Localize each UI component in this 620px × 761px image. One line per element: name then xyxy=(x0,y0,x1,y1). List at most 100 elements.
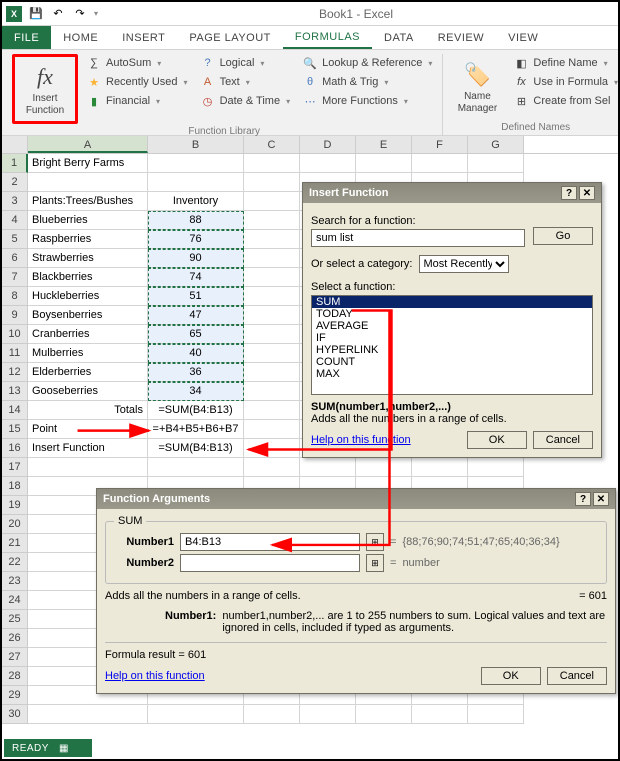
cell[interactable]: Totals xyxy=(28,401,148,420)
col-header-c[interactable]: C xyxy=(244,136,300,153)
tab-review[interactable]: REVIEW xyxy=(426,26,496,49)
math-trig-button[interactable]: θMath & Trig xyxy=(298,73,436,91)
cell[interactable]: Inventory xyxy=(148,192,244,211)
define-name-button[interactable]: ◧Define Name xyxy=(509,54,620,72)
cancel-button[interactable]: Cancel xyxy=(533,431,593,449)
row-header[interactable]: 19 xyxy=(2,496,28,515)
cell[interactable]: =SUM(B4:B13) xyxy=(148,401,244,420)
row-header[interactable]: 26 xyxy=(2,629,28,648)
cancel-button[interactable]: Cancel xyxy=(547,667,607,685)
cell[interactable]: Bright Berry Farms xyxy=(28,154,148,173)
undo-icon[interactable]: ↶ xyxy=(50,6,66,22)
function-item[interactable]: TODAY xyxy=(312,308,592,320)
cell[interactable] xyxy=(148,458,244,477)
cell[interactable] xyxy=(356,458,412,477)
cell[interactable]: 34 xyxy=(148,382,244,401)
close-button[interactable]: ✕ xyxy=(579,186,595,200)
cell[interactable] xyxy=(244,249,300,268)
cell[interactable] xyxy=(148,154,244,173)
cell[interactable] xyxy=(244,382,300,401)
cell[interactable]: 76 xyxy=(148,230,244,249)
financial-button[interactable]: ▮Financial xyxy=(82,92,192,110)
range-picker-icon[interactable]: ⊞ xyxy=(366,554,384,572)
text-button[interactable]: AText xyxy=(196,73,295,91)
cell[interactable] xyxy=(300,705,356,724)
row-header[interactable]: 15 xyxy=(2,420,28,439)
cell[interactable]: Raspberries xyxy=(28,230,148,249)
save-icon[interactable]: 💾 xyxy=(28,6,44,22)
cell[interactable] xyxy=(244,268,300,287)
cell[interactable] xyxy=(244,420,300,439)
cell[interactable]: 65 xyxy=(148,325,244,344)
cell[interactable]: =SUM(B4:B13) xyxy=(148,439,244,458)
row-header[interactable]: 30 xyxy=(2,705,28,724)
row-header[interactable]: 10 xyxy=(2,325,28,344)
col-header-b[interactable]: B xyxy=(148,136,244,153)
cell[interactable] xyxy=(244,363,300,382)
cell[interactable] xyxy=(300,154,356,173)
cell[interactable]: 51 xyxy=(148,287,244,306)
cell[interactable]: Huckleberries xyxy=(28,287,148,306)
row-header[interactable]: 28 xyxy=(2,667,28,686)
cell[interactable] xyxy=(244,211,300,230)
status-macro-icon[interactable]: ▦ xyxy=(59,743,69,754)
tab-page-layout[interactable]: PAGE LAYOUT xyxy=(177,26,283,49)
tab-formulas[interactable]: FORMULAS xyxy=(283,26,372,49)
cell[interactable]: 36 xyxy=(148,363,244,382)
cell[interactable] xyxy=(244,401,300,420)
cell[interactable]: 47 xyxy=(148,306,244,325)
cell[interactable] xyxy=(356,154,412,173)
function-item-sum[interactable]: SUM xyxy=(312,296,592,308)
cell[interactable] xyxy=(300,458,356,477)
cell[interactable]: Gooseberries xyxy=(28,382,148,401)
cell[interactable]: Point xyxy=(28,420,148,439)
function-item[interactable]: COUNT xyxy=(312,356,592,368)
help-button[interactable]: ? xyxy=(561,186,577,200)
row-header[interactable]: 12 xyxy=(2,363,28,382)
function-item[interactable]: AVERAGE xyxy=(312,320,592,332)
category-select[interactable]: Most Recently Used xyxy=(419,255,509,273)
cell[interactable] xyxy=(244,705,300,724)
tab-file[interactable]: FILE xyxy=(2,26,51,49)
cell[interactable] xyxy=(244,325,300,344)
cell[interactable]: =+B4+B5+B6+B7 xyxy=(148,420,244,439)
cell[interactable] xyxy=(468,458,524,477)
row-header[interactable]: 4 xyxy=(2,211,28,230)
cell[interactable] xyxy=(356,705,412,724)
help-link[interactable]: Help on this function xyxy=(105,670,205,682)
row-header[interactable]: 17 xyxy=(2,458,28,477)
row-header[interactable]: 6 xyxy=(2,249,28,268)
search-input[interactable] xyxy=(311,229,525,247)
cell[interactable] xyxy=(244,458,300,477)
row-header[interactable]: 24 xyxy=(2,591,28,610)
ok-button[interactable]: OK xyxy=(467,431,527,449)
cell[interactable]: Strawberries xyxy=(28,249,148,268)
cell[interactable]: Plants:Trees/Bushes xyxy=(28,192,148,211)
cell[interactable]: Insert Function xyxy=(28,439,148,458)
name-manager-button[interactable]: 🏷️ Name Manager xyxy=(449,54,505,120)
cell[interactable] xyxy=(412,705,468,724)
dialog-title-bar[interactable]: Function Arguments ? ✕ xyxy=(97,489,615,509)
col-header-a[interactable]: A xyxy=(28,136,148,153)
cell[interactable]: 74 xyxy=(148,268,244,287)
row-header[interactable]: 9 xyxy=(2,306,28,325)
ok-button[interactable]: OK xyxy=(481,667,541,685)
row-header[interactable]: 25 xyxy=(2,610,28,629)
cell[interactable] xyxy=(148,705,244,724)
cell[interactable] xyxy=(244,154,300,173)
function-list[interactable]: SUM TODAY AVERAGE IF HYPERLINK COUNT MAX xyxy=(311,295,593,395)
function-item[interactable]: IF xyxy=(312,332,592,344)
cell[interactable]: 88 xyxy=(148,211,244,230)
cell[interactable] xyxy=(28,705,148,724)
function-item[interactable]: HYPERLINK xyxy=(312,344,592,356)
cell[interactable] xyxy=(468,154,524,173)
cell[interactable]: Cranberries xyxy=(28,325,148,344)
cell[interactable] xyxy=(28,173,148,192)
row-header[interactable]: 8 xyxy=(2,287,28,306)
row-header[interactable]: 18 xyxy=(2,477,28,496)
cell[interactable]: Elderberries xyxy=(28,363,148,382)
cell[interactable] xyxy=(148,173,244,192)
arg2-input[interactable] xyxy=(180,554,360,572)
close-button[interactable]: ✕ xyxy=(593,492,609,506)
logical-button[interactable]: ?Logical xyxy=(196,54,295,72)
